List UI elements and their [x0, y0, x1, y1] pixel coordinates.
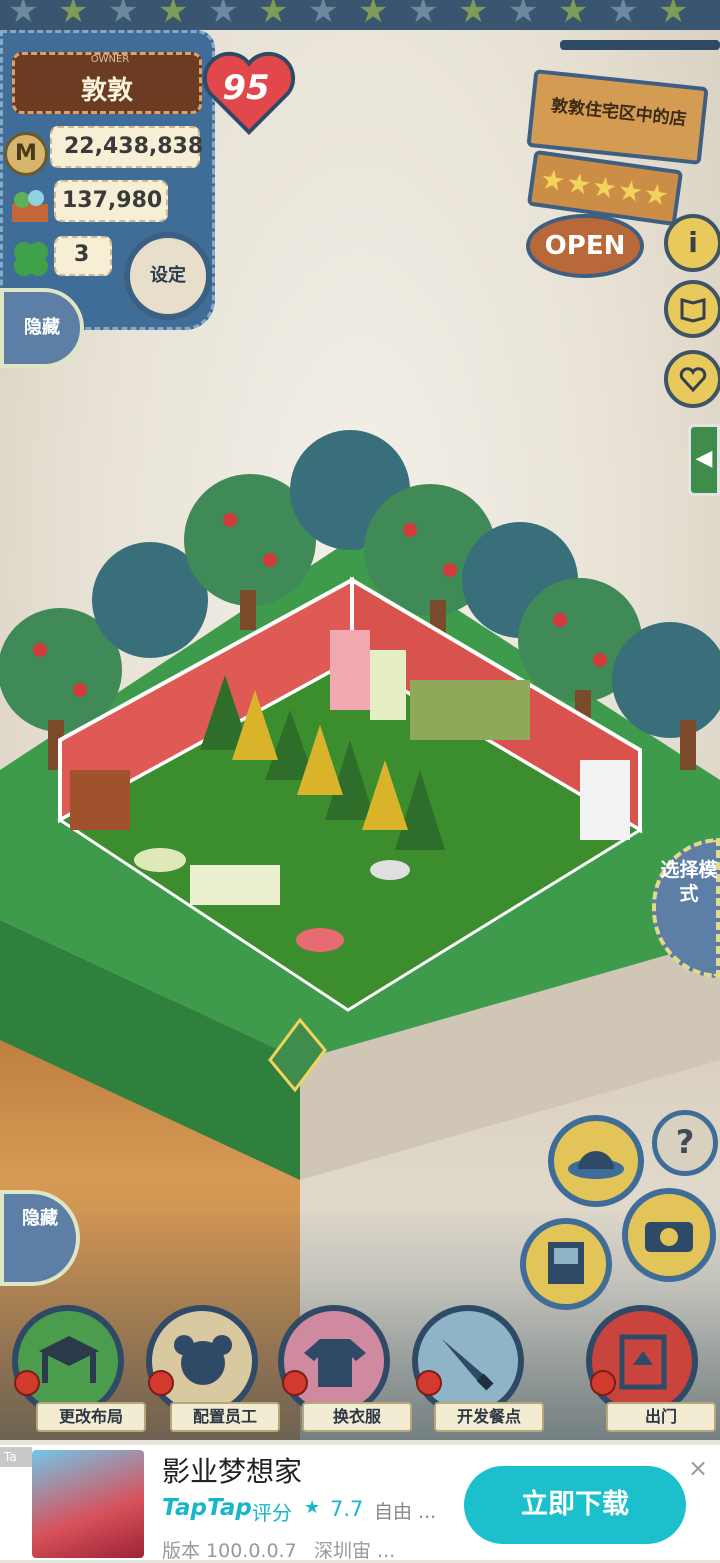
sign-bracket	[560, 40, 720, 50]
help-button[interactable]: ?	[652, 1110, 718, 1176]
change-layout-label: 更改布局	[36, 1402, 146, 1432]
ad-developer: 深圳宙 ...	[314, 1540, 396, 1562]
clover-icon	[14, 242, 48, 276]
develop-menu-label: 开发餐点	[434, 1402, 544, 1432]
hide-hud-button[interactable]: 隐藏	[0, 288, 84, 368]
album-button[interactable]	[520, 1218, 612, 1310]
info-icon[interactable]: i	[664, 214, 720, 272]
select-mode-label: 选择模式	[660, 859, 718, 905]
download-button[interactable]: 立即下载	[464, 1466, 686, 1544]
pin-icon	[282, 1370, 308, 1396]
go-out-button[interactable]	[586, 1305, 698, 1417]
hat-button[interactable]	[548, 1115, 644, 1207]
pin-icon	[14, 1370, 40, 1396]
ad-tag: 自由 ...	[374, 1501, 437, 1523]
shop-island-scene[interactable]	[0, 420, 720, 1220]
owner-caption: OWNER	[90, 54, 130, 65]
ad-brand: TapTap	[162, 1495, 252, 1521]
pin-icon	[416, 1370, 442, 1396]
food-value: 137,980	[62, 188, 163, 213]
coin-icon: M	[4, 132, 48, 176]
develop-menu-button[interactable]	[412, 1305, 524, 1417]
star-icon: ★	[304, 1497, 321, 1518]
ad-version: 版本 100.0.0.7	[162, 1540, 297, 1562]
pin-icon	[590, 1370, 616, 1396]
change-clothes-button[interactable]	[278, 1305, 390, 1417]
ad-title[interactable]: 影业梦想家	[162, 1450, 302, 1490]
go-out-label: 出门	[606, 1402, 716, 1432]
star-bunting: ★ ★ ★ ★ ★ ★ ★ ★ ★ ★ ★ ★ ★ ★	[0, 0, 720, 30]
settings-button[interactable]: 设定	[124, 232, 212, 320]
level-value: 95	[222, 68, 270, 108]
ad-corner-tag: Ta	[0, 1447, 32, 1467]
owner-name: 敦敦	[80, 76, 133, 106]
clover-value: 3	[74, 242, 90, 267]
food-basket-icon	[12, 190, 48, 222]
ad-app-image[interactable]	[32, 1450, 144, 1558]
ad-rating-label: 评分	[252, 1501, 292, 1525]
side-tab-icon[interactable]: ◀	[688, 424, 720, 496]
camera-button[interactable]	[622, 1188, 716, 1282]
assign-staff-button[interactable]	[146, 1305, 258, 1417]
money-value: 22,438,838	[64, 134, 204, 159]
book-icon[interactable]	[664, 280, 720, 338]
pin-icon	[148, 1370, 174, 1396]
ad-score: 7.7	[330, 1497, 364, 1521]
heart-icon[interactable]	[664, 350, 720, 408]
open-sign[interactable]: OPEN	[526, 214, 644, 278]
close-icon[interactable]: ×	[688, 1454, 708, 1482]
change-layout-button[interactable]	[12, 1305, 124, 1417]
assign-staff-label: 配置员工	[170, 1402, 280, 1432]
change-clothes-label: 换衣服	[302, 1402, 412, 1432]
